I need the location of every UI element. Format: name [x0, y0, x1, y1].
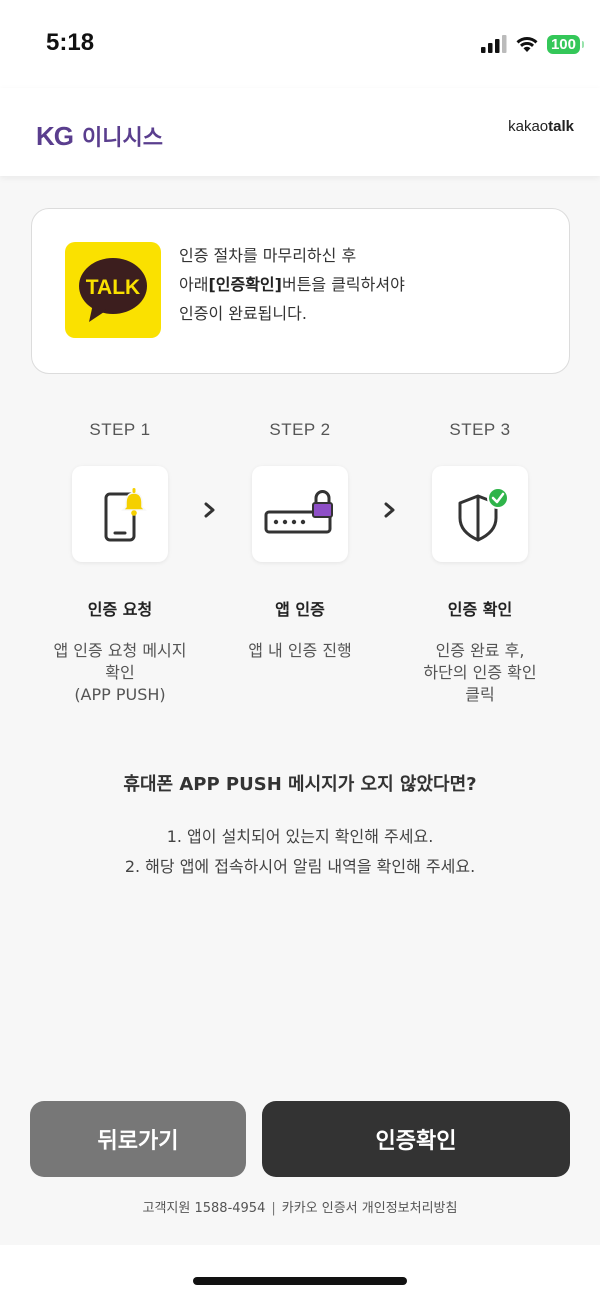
phone-bell-icon	[72, 466, 168, 562]
step-3-label: STEP 3	[449, 420, 511, 439]
step-2-description: 앱 내 인증 진행	[210, 640, 390, 662]
back-button[interactable]: 뒤로가기	[30, 1101, 246, 1177]
step-2-title: 앱 인증	[275, 600, 325, 619]
step-2-desc-line: 앱 내 인증 진행	[248, 641, 352, 660]
brand-logo: KG 이니시스	[36, 120, 163, 152]
shield-check-icon	[432, 466, 528, 562]
kakao-logo-light: kakao	[508, 118, 549, 135]
cellular-signal-icon	[480, 35, 507, 53]
footer-separator: |	[271, 1201, 276, 1216]
bottom-safe-area	[0, 1245, 600, 1299]
footer-support: 고객지원 1588-4954	[142, 1201, 266, 1216]
info-line-1: 인증 절차를 마무리하신 후	[179, 246, 357, 265]
password-lock-icon	[252, 466, 348, 562]
help-line-2: 2. 해당 앱에 접속하시어 알림 내역을 확인해 주세요.	[124, 857, 476, 876]
help-instructions: 1. 앱이 설치되어 있는지 확인해 주세요. 2. 해당 앱에 접속하시어 알…	[0, 822, 600, 882]
footer: 고객지원 1588-4954 | 카카오 인증서 개인정보처리방침	[0, 1197, 600, 1216]
status-time: 5:18	[46, 29, 95, 56]
info-line-2: 아래[인증확인]버튼을 클릭하셔야	[179, 270, 405, 299]
status-icons: 100	[480, 34, 585, 54]
info-message: 인증 절차를 마무리하신 후 아래[인증확인]버튼을 클릭하셔야 인증이 완료됩…	[179, 241, 405, 328]
help-line-1: 1. 앱이 설치되어 있는지 확인해 주세요.	[166, 827, 434, 846]
brand-name: 이니시스	[82, 126, 163, 151]
wifi-icon	[516, 37, 538, 52]
footer-privacy-link[interactable]: 개인정보처리방침	[362, 1201, 458, 1216]
info-line-2-prefix: 아래	[179, 275, 209, 294]
info-line-2-bold: [인증확인]	[208, 275, 282, 294]
step-3-desc-line: 인증 완료 후,	[435, 641, 525, 660]
step-3-description: 인증 완료 후, 하단의 인증 확인 클릭	[390, 640, 570, 706]
help-title: 휴대폰 APP PUSH 메시지가 오지 않았다면?	[123, 774, 477, 795]
step-2: STEP 2 앱 인증 앱 내 인증 진행	[210, 420, 390, 662]
info-card: TALK 인증 절차를 마무리하신 후 아래[인증확인]버튼을 클릭하셔야 인증…	[31, 208, 570, 374]
info-line-3: 인증이 완료됩니다.	[179, 304, 307, 323]
step-1-title: 인증 요청	[87, 600, 153, 619]
kakaotalk-icon: TALK	[65, 242, 161, 338]
home-indicator[interactable]	[193, 1277, 407, 1285]
header: KG 이니시스 kakaotalk	[0, 88, 600, 176]
battery-indicator: 100	[546, 34, 585, 54]
step-1-desc-line: 확인	[105, 663, 135, 682]
kakaotalk-logo: kakaotalk	[508, 118, 574, 135]
step-2-label: STEP 2	[269, 420, 331, 439]
step-1-desc-line: (APP PUSH)	[74, 685, 166, 704]
step-1-description: 앱 인증 요청 메시지 확인 (APP PUSH)	[30, 640, 210, 706]
step-3-title: 인증 확인	[447, 600, 513, 619]
confirm-auth-button[interactable]: 인증확인	[262, 1101, 570, 1177]
step-1: STEP 1 인증 요청 앱 인증 요청 메시지 확인 (APP PUSH)	[30, 420, 210, 706]
step-1-label: STEP 1	[89, 420, 151, 439]
talk-icon-text: TALK	[86, 276, 140, 299]
step-1-desc-line: 앱 인증 요청 메시지	[53, 641, 187, 660]
status-bar: 5:18 100	[0, 0, 600, 88]
step-3: STEP 3 인증 확인 인증 완료 후, 하단의 인증 확인 클릭	[390, 420, 570, 706]
step-3-desc-line: 하단의 인증 확인	[423, 663, 537, 682]
brand-kg: KG	[36, 121, 74, 151]
step-3-desc-line: 클릭	[465, 685, 495, 704]
footer-kakao-cert-link[interactable]: 카카오 인증서	[282, 1201, 358, 1216]
kakao-logo-bold: talk	[548, 118, 574, 135]
info-line-2-suffix: 버튼을 클릭하셔야	[281, 275, 405, 294]
